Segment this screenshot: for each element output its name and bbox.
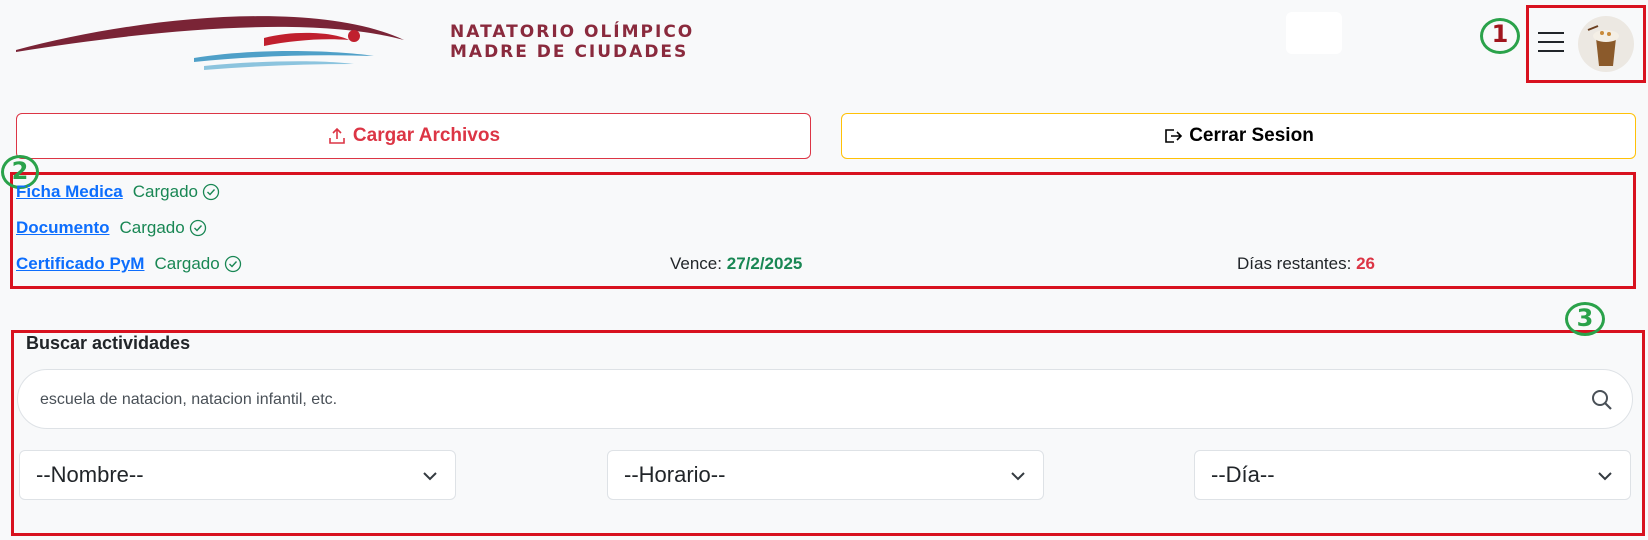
- brand-line-1: NATATORIO OLÍMPICO: [450, 22, 695, 42]
- upload-files-label: Cargar Archivos: [352, 125, 501, 146]
- nombre-select-value: --Nombre--: [36, 462, 144, 487]
- upload-files-button[interactable]: Cargar Archivos: [16, 113, 811, 159]
- document-status: Cargado: [120, 218, 207, 238]
- search-title: Buscar actividades: [26, 333, 191, 353]
- annotation-box-2: [10, 172, 1636, 289]
- horario-select-value: --Horario--: [624, 462, 726, 487]
- logout-label: Cerrar Sesion: [1189, 125, 1314, 146]
- annotation-box-3: [11, 330, 1645, 536]
- document-row-certificado-pym: Certificado PyM Cargado: [16, 252, 242, 276]
- check-circle-icon: [224, 255, 241, 273]
- days-remaining: Días restantes: 26: [1237, 254, 1375, 274]
- chevron-down-icon: [1598, 472, 1612, 481]
- search-bar: [17, 369, 1633, 429]
- nombre-select[interactable]: --Nombre--: [19, 450, 456, 500]
- document-row-ficha-medica: Ficha Medica Cargado: [16, 180, 220, 204]
- check-circle-icon: [189, 219, 206, 237]
- document-status: Cargado: [133, 182, 220, 202]
- check-circle-icon: [202, 183, 220, 201]
- days-remaining-label: Días restantes:: [1237, 254, 1352, 273]
- horario-select[interactable]: --Horario--: [607, 450, 1044, 500]
- chevron-down-icon: [1011, 472, 1025, 481]
- natatorio-logo: [16, 16, 404, 70]
- documento-link[interactable]: Documento: [16, 218, 110, 238]
- dia-select-value: --Día--: [1211, 462, 1275, 487]
- certificate-expiry: Vence: 27/2/2025: [670, 254, 802, 274]
- annotation-number-3: 3: [1565, 302, 1605, 336]
- expiry-label: Vence:: [670, 254, 722, 273]
- annotation-number-1: 1: [1480, 18, 1520, 54]
- brand-line-2: MADRE DE CIUDADES: [450, 42, 689, 62]
- certificado-pym-link[interactable]: Certificado PyM: [16, 254, 144, 274]
- document-status-text: Cargado: [119, 218, 185, 237]
- ficha-medica-link[interactable]: Ficha Medica: [16, 182, 123, 202]
- dia-select[interactable]: --Día--: [1194, 450, 1631, 500]
- document-status: Cargado: [154, 254, 241, 274]
- document-status-text: Cargado: [154, 254, 220, 273]
- brand-name: NATATORIO OLÍMPICO MADRE DE CIUDADES: [450, 22, 694, 62]
- annotation-box-1: [1526, 5, 1646, 83]
- logout-button[interactable]: Cerrar Sesion: [841, 113, 1636, 159]
- expiry-date: 27/2/2025: [726, 254, 803, 273]
- upload-icon: [329, 127, 345, 144]
- document-status-text: Cargado: [132, 182, 198, 201]
- search-icon[interactable]: [1590, 388, 1614, 412]
- chevron-down-icon: [423, 472, 437, 481]
- document-row-documento: Documento Cargado: [16, 216, 207, 240]
- days-remaining-value: 26: [1356, 254, 1375, 273]
- search-input[interactable]: [40, 382, 1540, 418]
- blank-patch: [1286, 12, 1342, 54]
- logout-icon: [1165, 129, 1183, 143]
